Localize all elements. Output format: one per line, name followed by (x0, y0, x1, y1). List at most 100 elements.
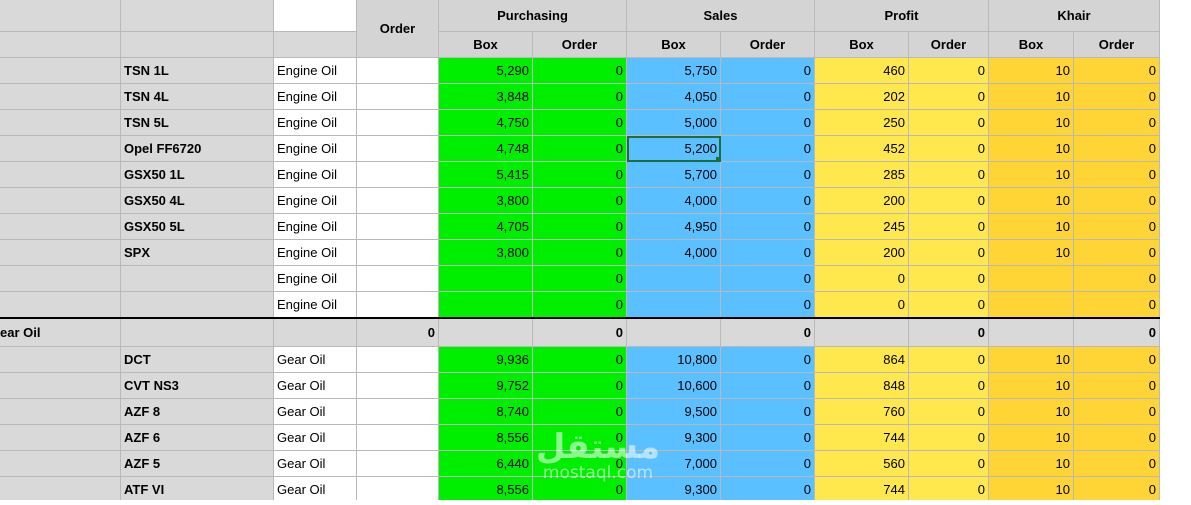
p-box-cell[interactable]: 3,800 (439, 188, 533, 214)
k-order-cell[interactable]: 0 (1074, 373, 1160, 399)
p-box-cell[interactable]: 6,440 (439, 451, 533, 477)
k-order-cell[interactable]: 0 (1074, 58, 1160, 84)
header-blank-a1[interactable] (0, 0, 121, 32)
row-blank-cell[interactable] (0, 240, 121, 266)
k-box-cell[interactable]: 10 (989, 84, 1074, 110)
s-box-cell[interactable] (627, 292, 721, 318)
k-order-cell[interactable]: 0 (1074, 162, 1160, 188)
s-box-cell[interactable]: 10,800 (627, 347, 721, 373)
pr-order-cell[interactable]: 0 (909, 214, 989, 240)
product-type-cell[interactable]: Engine Oil (274, 214, 357, 240)
pr-order-cell[interactable]: 0 (909, 58, 989, 84)
product-name-cell[interactable]: Opel FF6720 (121, 136, 274, 162)
s-box-cell[interactable] (627, 266, 721, 292)
k-box-cell[interactable]: 10 (989, 58, 1074, 84)
header-group-sales[interactable]: Sales (627, 0, 815, 32)
s-box-cell[interactable]: 5,000 (627, 110, 721, 136)
p-box-cell[interactable]: 9,936 (439, 347, 533, 373)
row-blank-cell[interactable] (0, 162, 121, 188)
s-order-cell[interactable]: 0 (721, 136, 815, 162)
s-order-cell[interactable]: 0 (721, 240, 815, 266)
s-box-cell[interactable]: 9,500 (627, 399, 721, 425)
product-type-cell[interactable]: Engine Oil (274, 110, 357, 136)
p-box-cell[interactable]: 8,556 (439, 425, 533, 451)
order-input-cell[interactable] (357, 451, 439, 477)
p-order-cell[interactable]: 0 (533, 110, 627, 136)
header-group-khair[interactable]: Khair (989, 0, 1160, 32)
k-box-cell[interactable] (989, 266, 1074, 292)
product-name-cell[interactable]: GSX50 5L (121, 214, 274, 240)
pr-box-cell[interactable]: 0 (815, 292, 909, 318)
order-input-cell[interactable] (357, 292, 439, 318)
s-box-cell[interactable]: 4,050 (627, 84, 721, 110)
s-box-cell[interactable]: 4,000 (627, 240, 721, 266)
product-type-cell[interactable]: Gear Oil (274, 347, 357, 373)
k-order-cell[interactable]: 0 (1074, 240, 1160, 266)
s-order-cell[interactable]: 0 (721, 292, 815, 318)
row-blank-cell[interactable] (0, 347, 121, 373)
s-order-cell[interactable]: 0 (721, 347, 815, 373)
product-name-cell[interactable]: TSN 4L (121, 84, 274, 110)
k-box-cell[interactable]: 10 (989, 347, 1074, 373)
group-blank-cell[interactable] (439, 319, 533, 347)
pr-order-cell[interactable]: 0 (909, 136, 989, 162)
k-box-cell[interactable]: 10 (989, 399, 1074, 425)
pr-box-cell[interactable]: 460 (815, 58, 909, 84)
pr-order-cell[interactable]: 0 (909, 347, 989, 373)
order-input-cell[interactable] (357, 214, 439, 240)
product-name-cell[interactable]: TSN 5L (121, 110, 274, 136)
row-blank-cell[interactable] (0, 425, 121, 451)
product-name-cell[interactable]: CVT NS3 (121, 373, 274, 399)
group-blank-cell[interactable] (274, 319, 357, 347)
order-input-cell[interactable] (357, 266, 439, 292)
s-order-cell[interactable]: 0 (721, 110, 815, 136)
pr-order-cell[interactable]: 0 (909, 399, 989, 425)
s-box-cell[interactable]: 4,950 (627, 214, 721, 240)
header-blank-b2[interactable] (121, 32, 274, 58)
p-order-cell[interactable]: 0 (533, 347, 627, 373)
product-name-cell[interactable]: GSX50 4L (121, 188, 274, 214)
k-order-cell[interactable]: 0 (1074, 266, 1160, 292)
pr-order-cell[interactable]: 0 (909, 425, 989, 451)
header-khair-order[interactable]: Order (1074, 32, 1160, 58)
k-box-cell[interactable]: 10 (989, 425, 1074, 451)
s-order-cell[interactable]: 0 (721, 399, 815, 425)
s-order-cell[interactable]: 0 (721, 425, 815, 451)
p-order-cell[interactable]: 0 (533, 214, 627, 240)
pr-box-cell[interactable]: 452 (815, 136, 909, 162)
order-input-cell[interactable] (357, 110, 439, 136)
s-order-cell[interactable]: 0 (721, 58, 815, 84)
product-name-cell[interactable] (121, 292, 274, 318)
header-group-purchasing[interactable]: Purchasing (439, 0, 627, 32)
pr-order-cell[interactable]: 0 (909, 451, 989, 477)
header-profit-box[interactable]: Box (815, 32, 909, 58)
k-order-cell[interactable]: 0 (1074, 84, 1160, 110)
pr-order-cell[interactable]: 0 (909, 292, 989, 318)
pr-box-cell[interactable]: 744 (815, 425, 909, 451)
pr-order-cell[interactable]: 0 (909, 373, 989, 399)
p-order-cell[interactable]: 0 (533, 188, 627, 214)
p-box-cell[interactable]: 3,800 (439, 240, 533, 266)
order-input-cell[interactable] (357, 425, 439, 451)
product-type-cell[interactable]: Gear Oil (274, 399, 357, 425)
group-p-order-total[interactable]: 0 (533, 319, 627, 347)
row-blank-cell[interactable] (0, 188, 121, 214)
row-blank-cell[interactable] (0, 292, 121, 318)
row-blank-cell[interactable] (0, 451, 121, 477)
pr-order-cell[interactable]: 0 (909, 240, 989, 266)
product-name-cell[interactable]: AZF 8 (121, 399, 274, 425)
header-profit-order[interactable]: Order (909, 32, 989, 58)
pr-box-cell[interactable]: 200 (815, 240, 909, 266)
row-blank-cell[interactable] (0, 136, 121, 162)
p-box-cell[interactable]: 5,290 (439, 58, 533, 84)
pr-order-cell[interactable]: 0 (909, 162, 989, 188)
k-order-cell[interactable]: 0 (1074, 188, 1160, 214)
product-type-cell[interactable]: Gear Oil (274, 451, 357, 477)
p-box-cell[interactable]: 4,705 (439, 214, 533, 240)
header-purchasing-box[interactable]: Box (439, 32, 533, 58)
order-input-cell[interactable] (357, 136, 439, 162)
pr-box-cell[interactable]: 250 (815, 110, 909, 136)
pr-order-cell[interactable]: 0 (909, 84, 989, 110)
k-box-cell[interactable]: 10 (989, 373, 1074, 399)
pr-box-cell[interactable]: 0 (815, 266, 909, 292)
